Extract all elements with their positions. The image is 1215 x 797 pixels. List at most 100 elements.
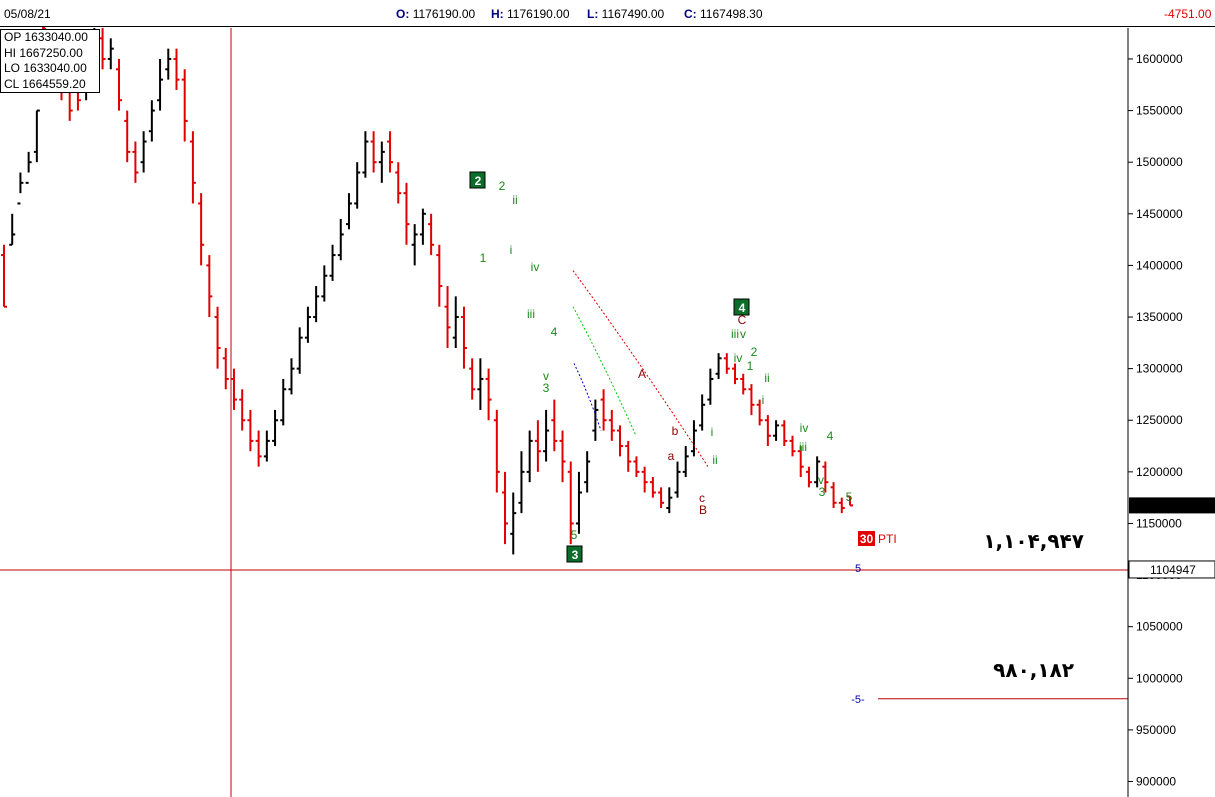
op-label: OP	[4, 30, 22, 44]
price-bar	[477, 358, 484, 410]
price-bar	[838, 497, 845, 514]
price-bar	[337, 218, 344, 261]
y-tick-label: 950000	[1136, 723, 1176, 737]
price-bar	[304, 306, 311, 343]
price-bar	[690, 420, 697, 457]
price-axis[interactable]: 9000009500001000000105000011000001150000…	[1127, 28, 1215, 797]
price-bar	[493, 409, 500, 493]
price-bars	[1, 27, 853, 555]
wave-label: a	[668, 449, 675, 463]
wave-label: ii	[512, 193, 517, 207]
wave-label: 5	[571, 528, 578, 542]
price-bar	[296, 327, 303, 374]
price-bar	[658, 487, 665, 508]
price-bar	[378, 141, 385, 183]
price-bar	[526, 430, 533, 483]
wave-label: ii	[764, 371, 769, 385]
price-bar	[370, 131, 377, 173]
price-bar	[740, 373, 747, 395]
cl-label: CL	[4, 76, 19, 91]
price-bar	[805, 466, 812, 488]
pti-marker: 30 PTI	[858, 531, 897, 546]
wave-label: iv	[734, 351, 743, 365]
price-bar	[33, 109, 40, 163]
wave-label: ii	[712, 453, 717, 467]
wave-label: 3	[543, 381, 550, 395]
price-bar	[502, 471, 509, 545]
wave-label: iii	[799, 440, 807, 454]
y-tick-label: 1000000	[1136, 671, 1183, 685]
price-bar	[387, 131, 394, 173]
price-bar	[181, 69, 188, 142]
projection-label-upper: 5	[855, 563, 861, 575]
y-tick-label: 1150000	[1136, 516, 1182, 530]
y-tick-label: 1450000	[1136, 207, 1183, 221]
price-bar	[584, 451, 591, 493]
price-bar	[625, 440, 632, 472]
y-tick-label: 1500000	[1136, 155, 1183, 169]
wave-label: B	[699, 503, 707, 517]
crosshair-price-label: 1104947	[1150, 563, 1196, 577]
lo-label: LO	[4, 61, 21, 75]
price-bar	[674, 461, 681, 498]
price-bar	[173, 48, 180, 90]
price-bar	[222, 347, 229, 390]
price-bar	[543, 409, 550, 462]
last-price-label: 1167498	[1150, 498, 1196, 512]
price-bar	[395, 162, 402, 204]
price-bar	[99, 28, 106, 70]
y-tick-label: 1400000	[1136, 258, 1183, 272]
price-bar	[17, 172, 24, 205]
price-bar	[214, 306, 221, 369]
last-price-marker: 1167498	[1129, 497, 1215, 514]
price-bar	[773, 420, 780, 441]
price-bar	[830, 482, 837, 508]
price-bar	[140, 131, 147, 173]
y-tick-label: 1300000	[1136, 362, 1183, 376]
price-bar	[189, 131, 196, 204]
wave-label: 4	[827, 429, 834, 443]
price-bar	[436, 244, 443, 307]
price-bar	[419, 208, 426, 245]
wave-label: i	[510, 243, 513, 257]
price-chart[interactable]: 2 2ii1iiviii4v353AbacBiii4Ciii viv 21iiiivi…	[0, 0, 1215, 797]
lo-value: 1633040.00	[23, 61, 87, 75]
wave-badge: 3	[566, 545, 583, 563]
price-bar	[781, 420, 788, 447]
cursor-data-box: OP 1633040.00 HI 1667250.00 LO 1633040.0…	[0, 29, 100, 93]
price-bar	[288, 358, 295, 395]
y-tick-label: 1250000	[1136, 413, 1183, 427]
y-tick-label: 1600000	[1136, 52, 1183, 66]
wave-label: 2	[499, 179, 506, 193]
price-bar	[789, 435, 796, 457]
price-bar	[247, 409, 254, 452]
wave-label: iv	[531, 260, 540, 274]
price-bar	[403, 182, 410, 245]
wave-label: iii	[527, 307, 535, 321]
wave-label: iv	[800, 421, 809, 435]
y-tick-label: 1200000	[1136, 465, 1183, 479]
hi-value: 1667250.00	[19, 45, 83, 60]
price-bar	[115, 58, 122, 111]
price-bar	[485, 368, 492, 421]
price-bar	[148, 100, 155, 142]
target-level-upper: ۱,۱۰۴,۹۴۷	[983, 529, 1084, 553]
price-bar	[469, 358, 476, 400]
price-bar	[198, 193, 205, 266]
wave-label: 5	[846, 490, 853, 504]
price-bar	[132, 141, 139, 183]
price-bar	[263, 430, 270, 462]
price-bar	[649, 477, 656, 498]
price-bar	[157, 58, 164, 111]
price-bar	[510, 492, 517, 555]
hi-label: HI	[4, 45, 16, 60]
chart-body	[0, 28, 1138, 797]
price-bar	[608, 409, 615, 441]
price-bar	[9, 213, 16, 246]
price-bar	[444, 286, 451, 348]
price-bar	[748, 384, 755, 416]
wave-label: v	[740, 327, 746, 341]
price-bar	[452, 296, 459, 348]
price-bar	[559, 430, 566, 483]
wave-label: 4	[551, 325, 558, 339]
